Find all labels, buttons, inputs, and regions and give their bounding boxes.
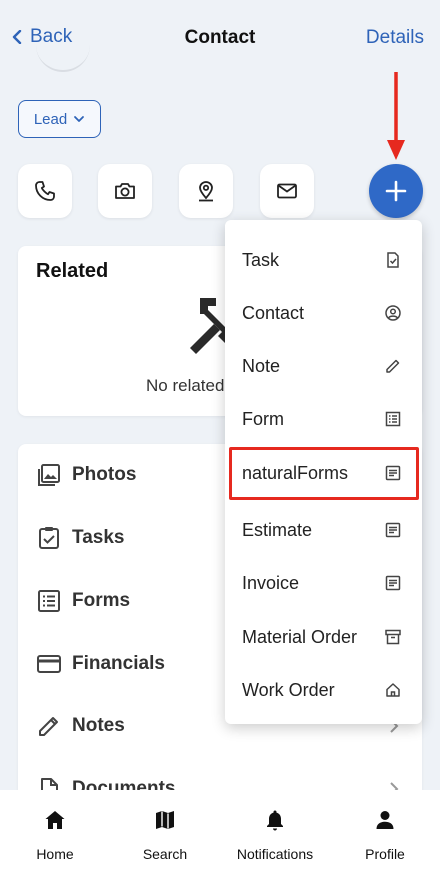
- related-empty-text: No related: [146, 376, 225, 395]
- status-label: Lead: [33, 110, 68, 128]
- document-icon: [385, 522, 401, 538]
- pencil-icon: [39, 717, 58, 736]
- photos-icon: [38, 464, 60, 486]
- home-icon: [45, 811, 65, 829]
- pencil-icon: [386, 359, 400, 373]
- email-button[interactable]: [260, 164, 314, 218]
- archive-icon: [385, 629, 401, 645]
- annotation-arrow-icon: [387, 72, 405, 160]
- menu-item-invoice[interactable]: Invoice: [225, 558, 422, 608]
- menu-item-form[interactable]: Form: [225, 394, 422, 444]
- nav-label: Search: [142, 846, 188, 862]
- menu-item-contact[interactable]: Contact: [225, 288, 422, 338]
- bell-icon: [267, 810, 283, 831]
- credit-card-icon: [37, 655, 61, 673]
- chevron-down-icon: [74, 116, 85, 122]
- map-icon: [156, 811, 174, 829]
- task-check-icon: [39, 527, 59, 549]
- plus-icon: [385, 180, 407, 202]
- menu-item-label: Form: [242, 408, 284, 429]
- menu-item-label: Contact: [242, 302, 305, 323]
- person-icon: [376, 811, 394, 829]
- menu-item-note[interactable]: Note: [225, 341, 422, 391]
- menu-item-task[interactable]: Task: [225, 235, 422, 285]
- location-pin-icon: [199, 181, 213, 202]
- status-dropdown[interactable]: Lead: [18, 100, 101, 138]
- nav-search[interactable]: Search: [110, 808, 220, 862]
- home-outline-icon: [386, 683, 400, 697]
- nav-label: Home: [36, 846, 74, 862]
- section-label: Photos: [72, 464, 137, 485]
- location-button[interactable]: [179, 164, 233, 218]
- nav-notifications[interactable]: Notifications: [220, 808, 330, 862]
- document-icon: [385, 575, 401, 591]
- mail-icon: [277, 183, 297, 199]
- task-check-icon: [387, 252, 399, 268]
- menu-item-estimate[interactable]: Estimate: [225, 505, 422, 555]
- contact-icon: [385, 305, 401, 321]
- camera-icon: [115, 183, 135, 199]
- camera-button[interactable]: [98, 164, 152, 218]
- menu-item-label: Note: [242, 355, 281, 376]
- nav-label: Profile: [365, 846, 405, 862]
- menu-item-label: Material Order: [242, 626, 358, 647]
- section-label: Financials: [72, 653, 165, 674]
- menu-item-label: Invoice: [242, 572, 300, 593]
- details-button[interactable]: Details: [366, 27, 424, 49]
- menu-item-label: Task: [242, 249, 280, 270]
- forms-icon: [385, 411, 401, 427]
- section-label: Forms: [72, 590, 131, 611]
- nav-home[interactable]: Home: [0, 808, 110, 862]
- call-button[interactable]: [18, 164, 72, 218]
- menu-item-material-order[interactable]: Material Order: [225, 612, 422, 662]
- add-button[interactable]: [369, 164, 423, 218]
- nav-profile[interactable]: Profile: [330, 808, 440, 862]
- nav-label: Notifications: [236, 846, 314, 862]
- bottom-nav: Home Search Notifications Profile: [0, 790, 440, 873]
- menu-item-work-order[interactable]: Work Order: [225, 665, 422, 715]
- related-title: Related: [36, 260, 109, 282]
- annotation-highlight-box: [229, 447, 419, 500]
- forms-icon: [38, 590, 60, 612]
- section-label: Tasks: [72, 527, 125, 548]
- menu-item-label: Estimate: [242, 519, 313, 540]
- menu-item-label: Work Order: [242, 679, 335, 700]
- section-label: Notes: [72, 715, 125, 736]
- phone-icon: [35, 181, 55, 201]
